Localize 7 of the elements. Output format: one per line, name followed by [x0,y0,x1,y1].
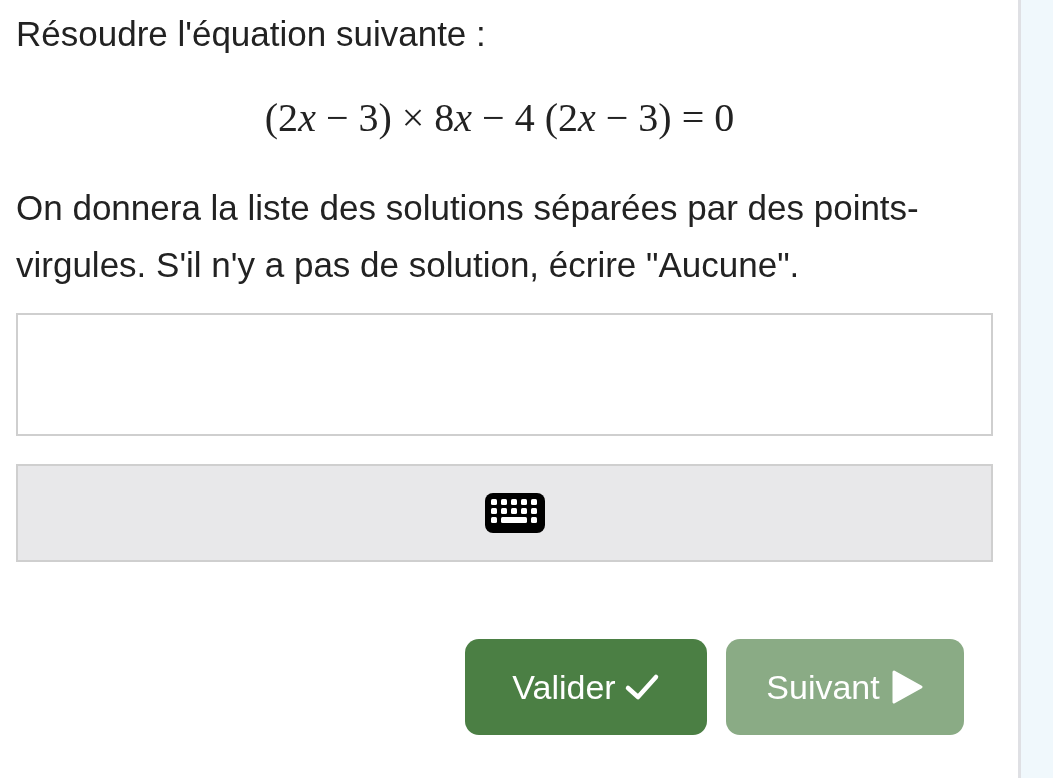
keyboard-toggle[interactable] [16,464,993,562]
keyboard-icon [482,491,547,535]
answer-field[interactable] [16,313,993,436]
validate-button[interactable]: Valider [465,639,707,735]
instructions-text: On donnera la liste des solutions séparées par des points-virgules. S'il n'y a pas de solution, écrire "Aucune". [16,187,920,286]
equation: (2x − 3) × 8x − 4 (2x − 3) = 0 [264,94,736,141]
prompt-text: Résoudre l'équation suivante : [16,14,487,54]
